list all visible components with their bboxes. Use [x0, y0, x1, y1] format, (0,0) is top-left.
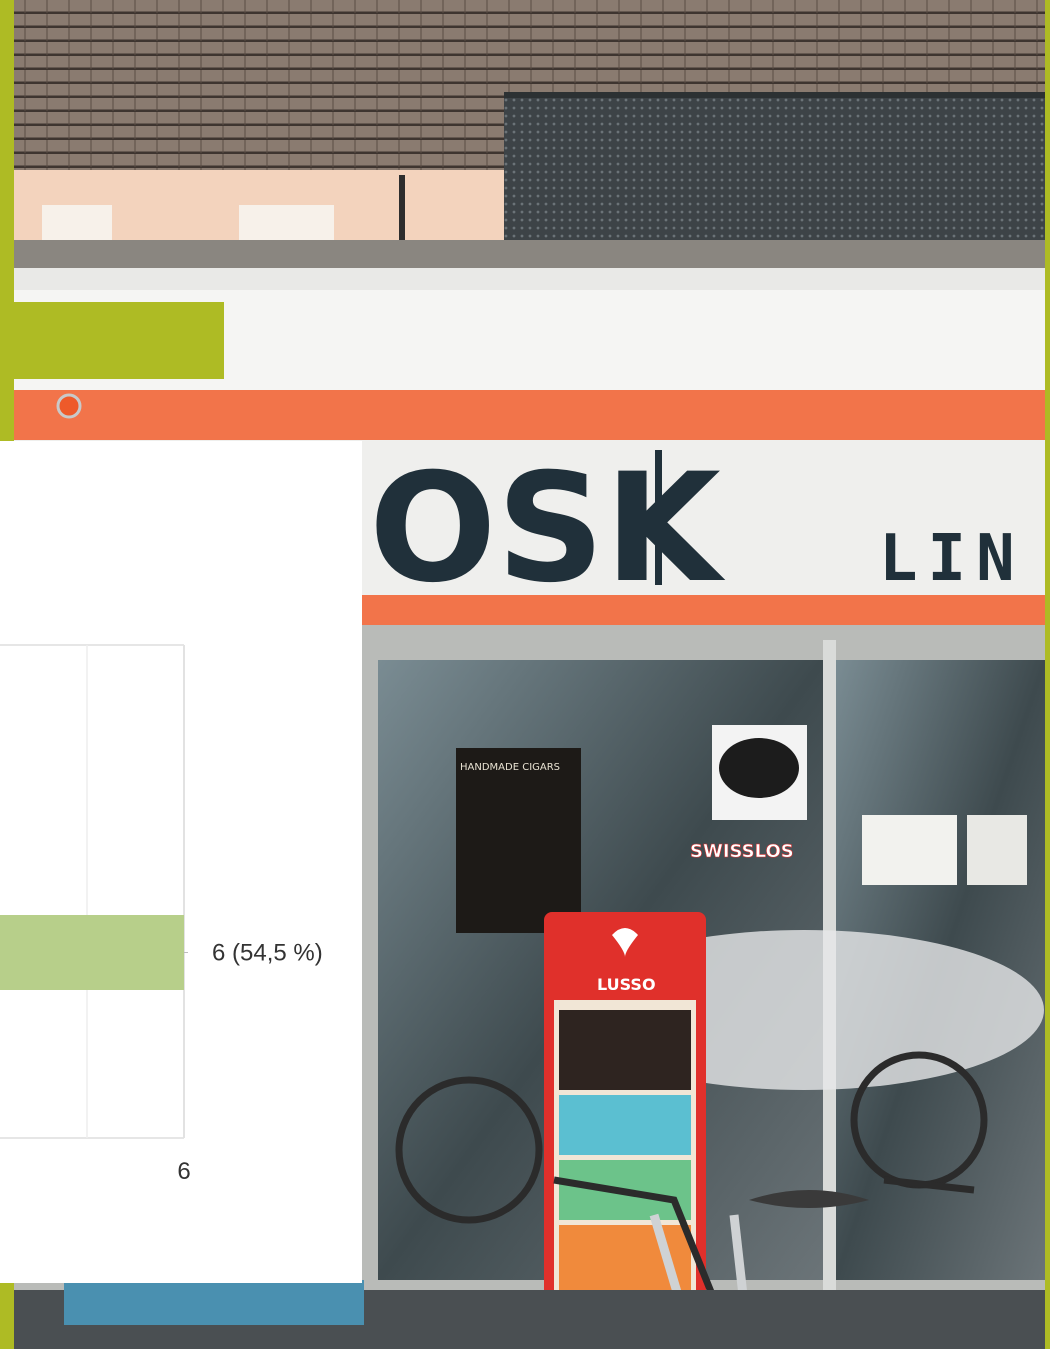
data-label-0: 6 (54,5 %) — [212, 940, 323, 967]
x-tick-label-0: 6 — [177, 1158, 190, 1185]
accent-bar — [0, 302, 224, 379]
chart-card: 6 (54,5 %) 6 — [0, 441, 362, 1283]
kiosk-sign-text: OSK — [369, 442, 726, 616]
bar-chart: 6 (54,5 %) 6 — [0, 644, 323, 1185]
lusso-text: LUSSO — [597, 975, 656, 994]
handmade-cigars-text: HANDMADE CIGARS — [460, 762, 560, 773]
kiosk-sign-text-right: LIN — [879, 522, 1025, 596]
swisslos-text: SWISSLOS — [690, 841, 794, 862]
bar-0 — [0, 915, 184, 990]
